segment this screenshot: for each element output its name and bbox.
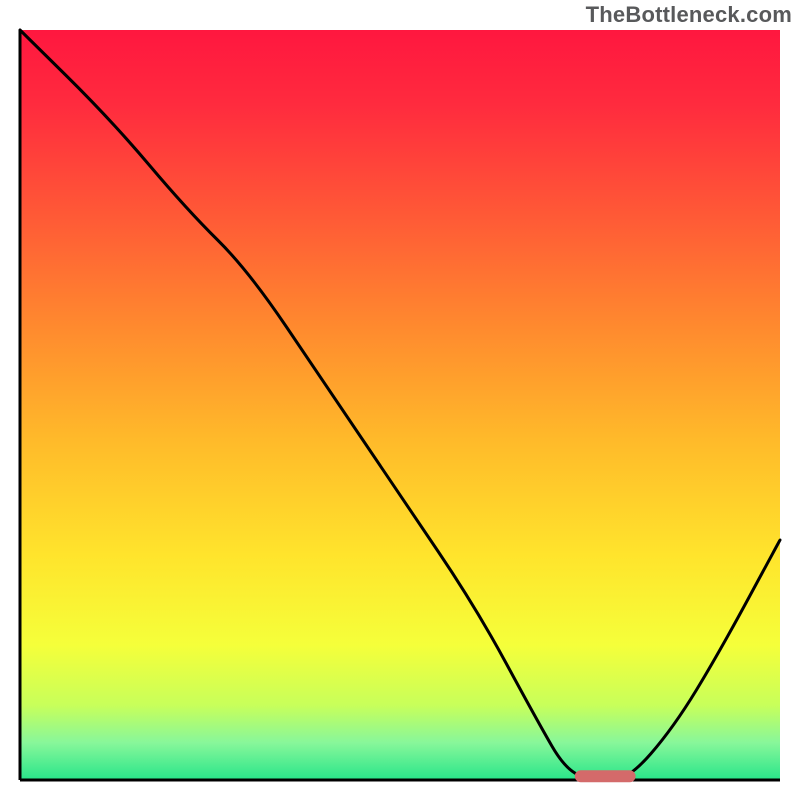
chart-svg	[0, 0, 800, 800]
bottleneck-chart	[0, 0, 800, 800]
gradient-background	[20, 30, 780, 780]
sweet-spot-marker	[575, 770, 636, 782]
